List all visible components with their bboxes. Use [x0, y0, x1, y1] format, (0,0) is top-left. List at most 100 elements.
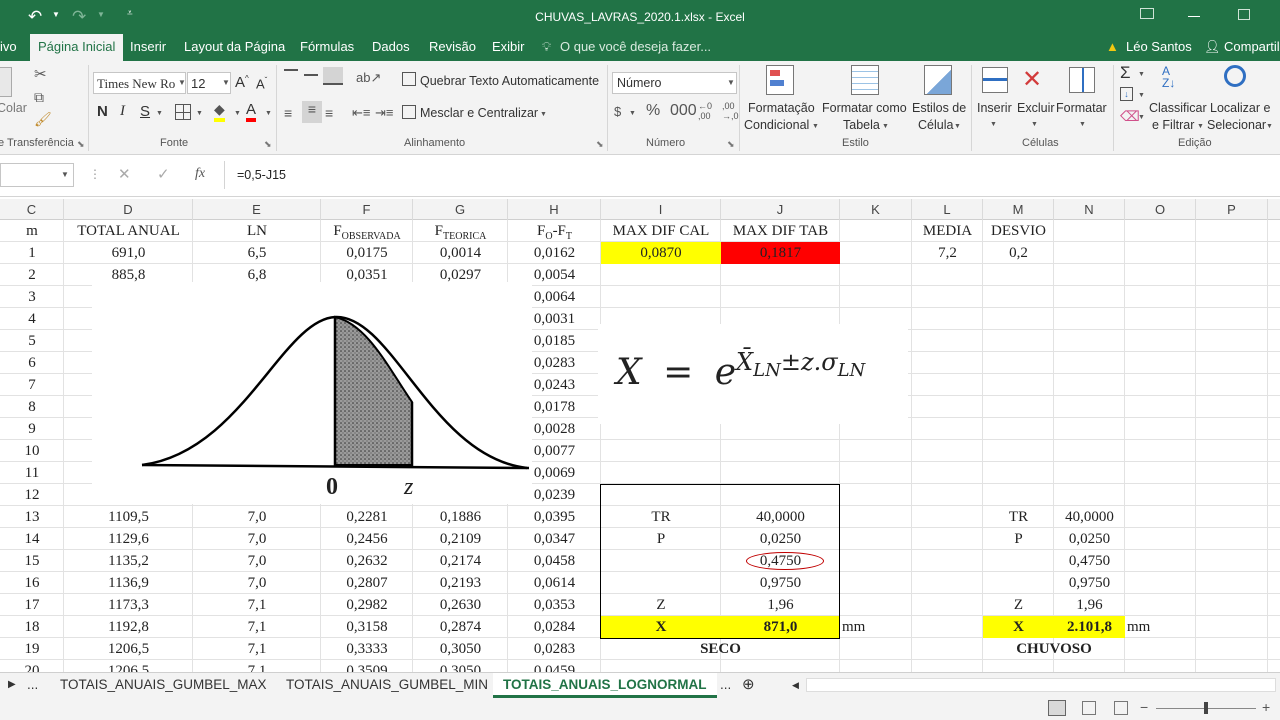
cell[interactable]: 0,2 — [983, 242, 1054, 264]
percent-icon[interactable]: % — [646, 102, 660, 120]
cell[interactable]: 0,2193 — [413, 572, 508, 594]
format-table-dropdown-icon[interactable]: ▼ — [882, 123, 889, 130]
cell[interactable]: 0,0347 — [508, 528, 601, 550]
font-color-dropdown-icon[interactable]: ▼ — [265, 110, 272, 117]
align-middle-icon[interactable] — [304, 69, 318, 81]
cell[interactable]: 7,0 — [193, 572, 321, 594]
bold-button[interactable]: N — [97, 103, 108, 120]
autosum-icon[interactable]: Σ — [1120, 63, 1131, 83]
clear-dropdown-icon[interactable]: ▼ — [1138, 114, 1145, 121]
cell[interactable]: 0,9750 — [1054, 572, 1125, 594]
cell[interactable]: 17 — [0, 594, 64, 616]
find-select-dropdown-icon[interactable]: ▼ — [1266, 123, 1273, 130]
tab-home[interactable]: Página Inicial — [30, 34, 124, 61]
format-table-label-1[interactable]: Formatar como — [822, 101, 907, 115]
cell[interactable]: X — [601, 616, 721, 638]
cell[interactable]: 0,0458 — [508, 550, 601, 572]
number-launcher-icon[interactable]: ⬊ — [727, 139, 735, 150]
cell[interactable]: 0,0162 — [508, 242, 601, 264]
cell[interactable]: 7,0 — [193, 506, 321, 528]
delete-cells-button[interactable]: Excluir — [1017, 101, 1055, 115]
column-header[interactable]: C — [0, 199, 64, 220]
cell[interactable]: FTEORICA — [413, 220, 508, 242]
cell[interactable]: 0,0459 — [508, 660, 601, 672]
increase-decimal-icon[interactable]: ←0,00 — [698, 101, 712, 121]
cell[interactable]: 0,0395 — [508, 506, 601, 528]
column-header[interactable]: D — [64, 199, 193, 220]
paste-label[interactable]: Colar — [0, 101, 27, 115]
cell[interactable]: 0,3050 — [413, 638, 508, 660]
normal-distribution-image[interactable]: 0 z — [92, 282, 532, 504]
cell[interactable]: 7 — [0, 374, 64, 396]
tab-review[interactable]: Revisão — [429, 34, 476, 61]
font-color-icon[interactable]: A — [246, 101, 257, 122]
cell[interactable]: MAX DIF CAL — [601, 220, 721, 242]
cell-styles-dropdown-icon[interactable]: ▼ — [954, 123, 961, 130]
cell[interactable]: 7,2 — [912, 242, 983, 264]
cell[interactable]: MEDIA — [912, 220, 983, 242]
cell[interactable]: P — [983, 528, 1054, 550]
scroll-left-icon[interactable]: ◀ — [792, 673, 799, 698]
accounting-format-icon[interactable]: $ — [614, 104, 621, 119]
merge-dropdown-icon[interactable]: ▼ — [540, 111, 547, 118]
new-sheet-icon[interactable]: ⊕ — [742, 673, 755, 698]
cell[interactable]: 2 — [0, 264, 64, 286]
cell[interactable]: 16 — [0, 572, 64, 594]
conditional-format-label-2[interactable]: Condicional — [744, 118, 809, 132]
result-rainy-value[interactable]: 2.101,8 — [1054, 616, 1125, 638]
cell[interactable]: 7,0 — [193, 550, 321, 572]
cell[interactable]: 40,0000 — [721, 506, 840, 528]
cell[interactable]: 0,2456 — [321, 528, 413, 550]
cell[interactable]: TR — [601, 506, 721, 528]
merge-center-button[interactable]: Mesclar e Centralizar — [420, 106, 538, 120]
cancel-entry-icon[interactable]: ✕ — [118, 165, 131, 183]
align-right-icon[interactable]: ≡ — [325, 105, 333, 121]
name-box-dropdown-icon[interactable]: ▼ — [61, 170, 69, 179]
conditional-format-icon[interactable] — [766, 65, 794, 95]
dry-label[interactable]: SECO — [601, 638, 840, 660]
cell[interactable]: 0,4750 — [1054, 550, 1125, 572]
tab-page-layout[interactable]: Layout da Página — [184, 34, 285, 61]
insert-cells-button[interactable]: Inserir — [977, 101, 1012, 115]
cell[interactable]: 0,2982 — [321, 594, 413, 616]
more-options-icon[interactable]: ⋮ — [89, 167, 101, 181]
align-bottom-icon[interactable] — [323, 67, 343, 85]
column-header[interactable]: L — [912, 199, 983, 220]
font-name-dropdown-icon[interactable]: ▼ — [178, 78, 186, 87]
tell-me-input[interactable]: O que você deseja fazer... — [560, 34, 711, 61]
shrink-font-icon[interactable]: Aˇ — [256, 76, 267, 91]
normal-view-icon[interactable] — [1048, 700, 1066, 716]
confirm-entry-icon[interactable]: ✓ — [157, 165, 170, 183]
cell[interactable]: 691,0 — [64, 242, 193, 264]
fill-icon[interactable]: ↓ — [1120, 87, 1133, 101]
clear-icon[interactable]: ⌫ — [1120, 108, 1140, 125]
cell[interactable]: FOBSERVADA — [321, 220, 413, 242]
cell[interactable]: 13 — [0, 506, 64, 528]
cell[interactable]: 1,96 — [1054, 594, 1125, 616]
find-select-label-1[interactable]: Localizar e — [1210, 101, 1270, 115]
font-launcher-icon[interactable]: ⬊ — [264, 139, 272, 150]
cell[interactable]: 1 — [0, 242, 64, 264]
borders-dropdown-icon[interactable]: ▼ — [196, 110, 203, 117]
cell[interactable]: 1,96 — [721, 594, 840, 616]
tab-insert[interactable]: Inserir — [130, 34, 166, 61]
underline-button[interactable]: S — [140, 103, 150, 120]
sheet-tab[interactable]: TOTAIS_ANUAIS_GUMBEL_MIN — [286, 673, 488, 698]
cell[interactable]: 0,0283 — [508, 638, 601, 660]
cell[interactable]: 0,2874 — [413, 616, 508, 638]
decrease-indent-icon[interactable]: ⇤≡ — [352, 105, 370, 121]
cell[interactable]: 20 — [0, 660, 64, 672]
previous-sheet-icon[interactable]: ▶ — [8, 673, 16, 698]
cell[interactable]: 0,0614 — [508, 572, 601, 594]
cell[interactable]: P — [601, 528, 721, 550]
align-top-icon[interactable] — [284, 69, 298, 81]
formula-input[interactable]: =0,5-J15 — [237, 168, 286, 182]
cell[interactable]: 0,0014 — [413, 242, 508, 264]
format-cells-icon[interactable] — [1069, 67, 1095, 93]
horizontal-scrollbar[interactable] — [806, 678, 1276, 692]
rainy-label[interactable]: CHUVOSO — [983, 638, 1125, 660]
column-header[interactable]: N — [1054, 199, 1125, 220]
insert-cells-icon[interactable] — [982, 67, 1008, 93]
cell[interactable]: 0,1886 — [413, 506, 508, 528]
format-dropdown-icon[interactable]: ▼ — [1079, 121, 1086, 128]
